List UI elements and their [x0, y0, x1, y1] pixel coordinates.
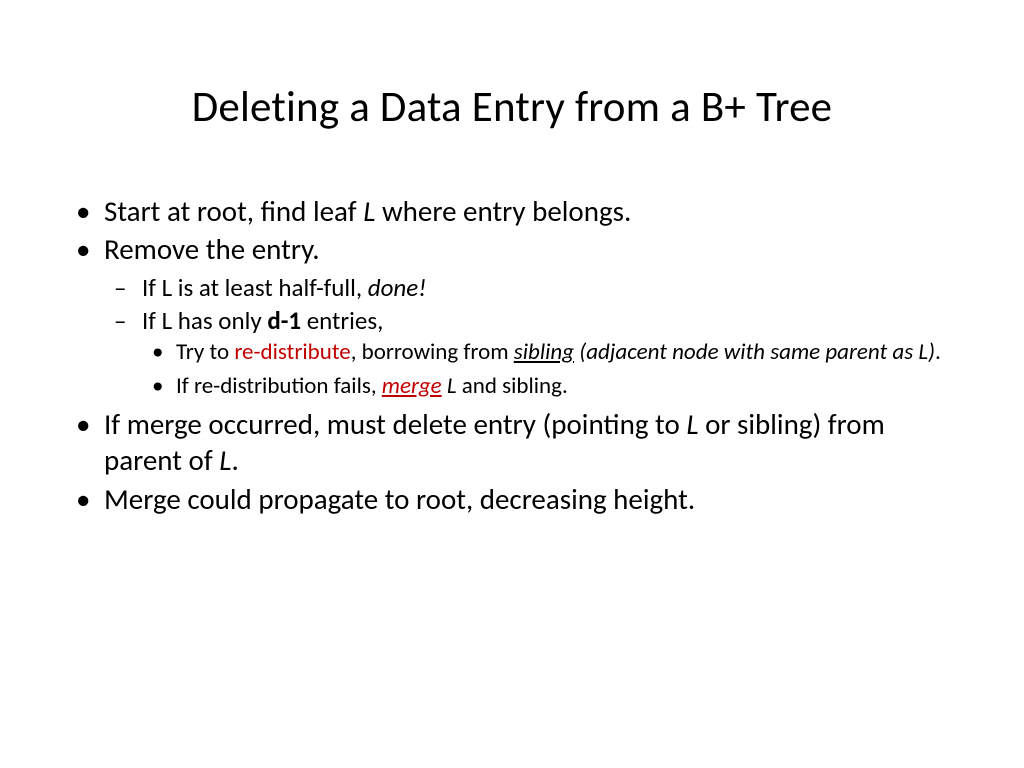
text-red-underline-italic: merge [382, 372, 442, 400]
text: Remove the entry. [104, 231, 320, 267]
text: entries, [301, 305, 383, 336]
bullet-list: Start at root, find leaf L where entry b… [70, 193, 954, 517]
text: Try to [176, 338, 234, 366]
list-item: Remove the entry. If L is at least half-… [70, 231, 954, 400]
text-italic: L [363, 193, 375, 229]
text: . [935, 338, 941, 366]
list-item: If L is at least half-full, done! [104, 272, 954, 303]
text: Start at root, find leaf [104, 193, 363, 229]
text-italic: L [686, 406, 698, 442]
text-italic: L [447, 372, 457, 400]
text-underline-italic: sibling [514, 338, 574, 366]
list-item: If merge occurred, must delete entry (po… [70, 406, 954, 479]
text: If re-distribution fails, [176, 372, 382, 400]
text-red: re-distribute [234, 338, 350, 366]
text: If merge occurred, must delete entry (po… [104, 406, 686, 442]
text-italic: (adjacent node with same parent as L) [574, 338, 935, 366]
text: where entry belongs. [375, 193, 631, 229]
list-item: Start at root, find leaf L where entry b… [70, 193, 954, 229]
text: and sibling. [457, 372, 568, 400]
slide-title: Deleting a Data Entry from a B+ Tree [70, 80, 954, 133]
list-item: If L has only d-1 entries, Try to re-dis… [104, 305, 954, 400]
list-item: Try to re-distribute, borrowing from sib… [142, 339, 954, 367]
text: . [231, 442, 238, 478]
list-item: If re-distribution fails, merge L and si… [142, 373, 954, 401]
sublist: Try to re-distribute, borrowing from sib… [142, 339, 954, 400]
text: Merge could propagate to root, decreasin… [104, 481, 695, 517]
text-bold: d-1 [267, 305, 301, 336]
text: If L has only [142, 305, 267, 336]
text-italic: L [219, 442, 231, 478]
list-item: Merge could propagate to root, decreasin… [70, 481, 954, 517]
text-italic: done! [368, 272, 427, 303]
text: , borrowing from [351, 338, 514, 366]
text: If L is at least half-full, [142, 272, 368, 303]
sublist: If L is at least half-full, done! If L h… [104, 272, 954, 401]
